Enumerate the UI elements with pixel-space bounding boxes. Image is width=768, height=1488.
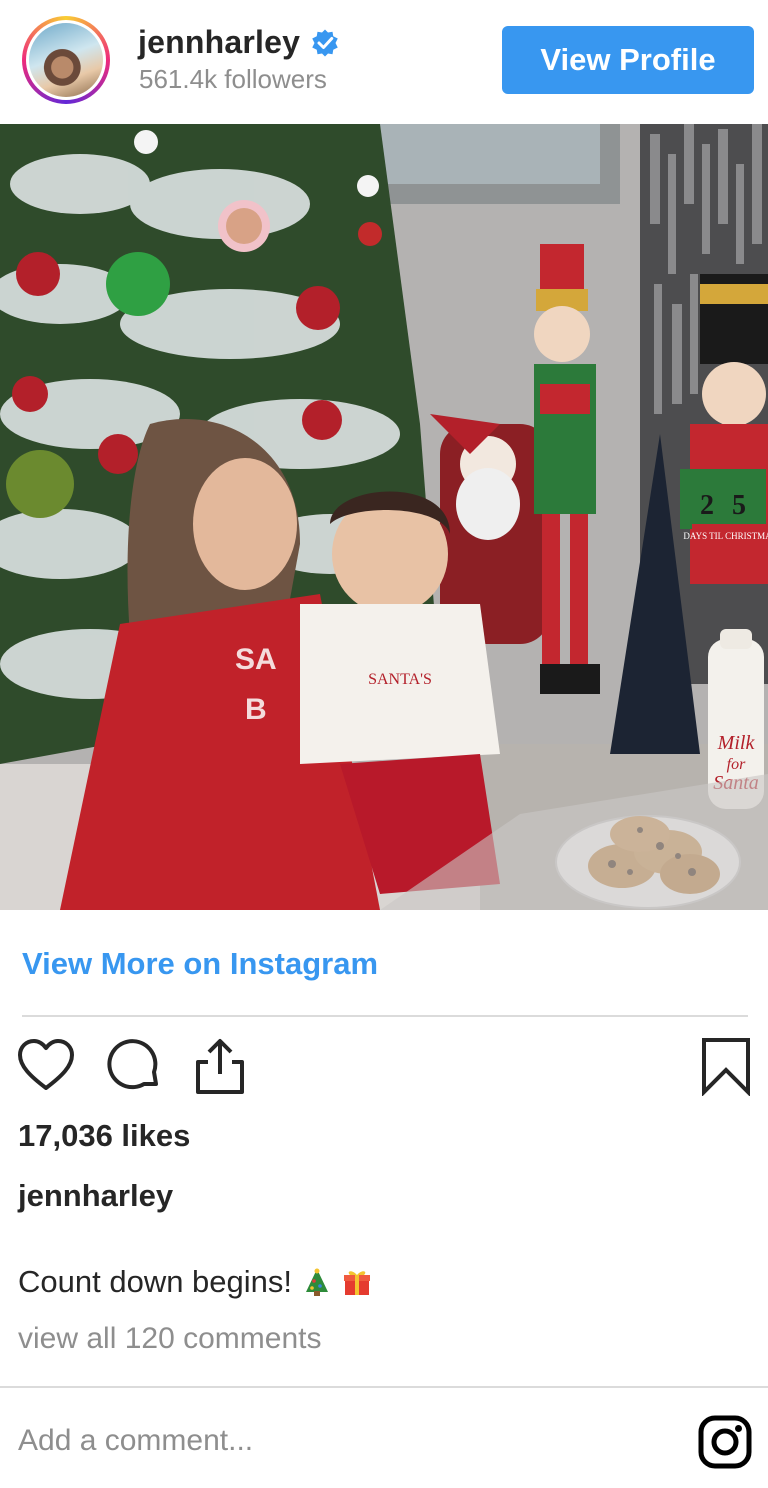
view-comments-link[interactable]: view all 120 comments (18, 1322, 321, 1356)
verified-badge-icon (312, 29, 338, 56)
svg-text:SA: SA (235, 643, 277, 676)
avatar-image (29, 23, 103, 97)
comment-input[interactable] (18, 1416, 618, 1466)
svg-text:2: 2 (700, 490, 714, 521)
post-image[interactable]: 2 5 DAYS TIL CHRISTMAS Milk for Santa SA… (0, 124, 768, 910)
divider (0, 1386, 768, 1388)
post-photo-illustration: 2 5 DAYS TIL CHRISTMAS Milk for Santa SA… (0, 124, 768, 910)
svg-text:SANTA'S: SANTA'S (368, 671, 432, 688)
like-count: 17,036 likes (18, 1118, 191, 1153)
gift-emoji-icon (344, 1271, 371, 1295)
instagram-logo-icon[interactable] (697, 1414, 753, 1470)
bookmark-icon[interactable] (696, 1036, 756, 1096)
caption: Count down begins! (18, 1264, 372, 1300)
view-more-link[interactable]: View More on Instagram (22, 946, 378, 982)
svg-text:Milk: Milk (717, 732, 756, 754)
christmas-tree-emoji-icon (306, 1268, 329, 1296)
follower-count: 561.4k followers (139, 64, 327, 94)
heart-icon[interactable] (16, 1036, 76, 1096)
comment-icon[interactable] (104, 1036, 164, 1096)
svg-text:B: B (245, 693, 267, 726)
username[interactable]: jennharley (138, 24, 340, 61)
svg-text:DAYS TIL CHRISTMAS: DAYS TIL CHRISTMAS (683, 531, 768, 541)
post-header: jennharley 561.4k followers View Profile (0, 0, 768, 124)
caption-username[interactable]: jennharley (18, 1178, 173, 1214)
username-label: jennharley (138, 24, 301, 60)
share-icon[interactable] (190, 1036, 250, 1096)
view-profile-button[interactable]: View Profile (502, 26, 754, 94)
svg-text:5: 5 (732, 490, 746, 521)
caption-text: Count down begins! (18, 1264, 293, 1299)
avatar[interactable] (22, 16, 110, 104)
svg-text:for: for (727, 756, 746, 773)
divider (22, 1015, 748, 1017)
